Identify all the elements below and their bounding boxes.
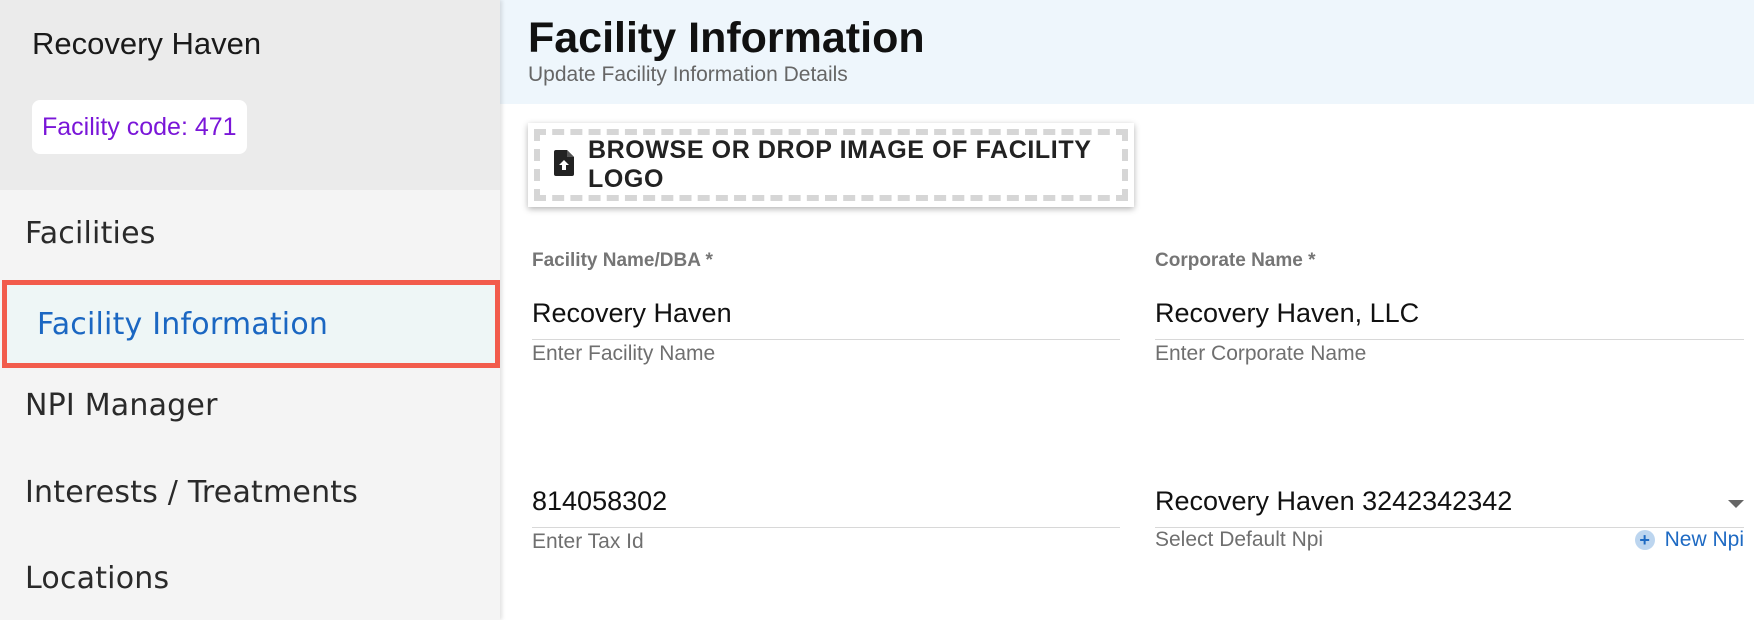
new-npi-label: New Npi — [1664, 528, 1744, 551]
facility-name-input[interactable]: Recovery Haven — [532, 298, 1120, 340]
sidebar-header: Recovery Haven Facility code: 471 — [0, 0, 500, 190]
corporate-name-field: Corporate Name * Recovery Haven, LLC Ent… — [1155, 250, 1744, 370]
sidebar: Recovery Haven Facility code: 471 Facili… — [0, 0, 500, 620]
dropdown-arrow-icon[interactable] — [1728, 500, 1744, 508]
default-npi-help: Select Default Npi — [1155, 528, 1324, 551]
facility-code-badge: Facility code: 471 — [32, 100, 247, 154]
facility-name-field: Facility Name/DBA * Recovery Haven Enter… — [532, 250, 1120, 370]
tax-id-field: 814058302 Enter Tax Id — [532, 486, 1120, 556]
new-npi-button[interactable]: + New Npi — [1634, 528, 1744, 552]
corporate-name-input[interactable]: Recovery Haven, LLC — [1155, 298, 1744, 340]
logo-upload-dropzone[interactable]: BROWSE OR DROP IMAGE OF FACILITY LOGO — [528, 123, 1134, 207]
page-header: Facility Information Update Facility Inf… — [500, 0, 1754, 104]
file-upload-icon — [554, 149, 574, 181]
facility-name-label: Facility Name/DBA * — [532, 250, 713, 271]
tax-id-help: Enter Tax Id — [532, 530, 644, 553]
sidebar-item-interests-treatments[interactable]: Interests / Treatments — [0, 449, 500, 535]
default-npi-field: Recovery Haven 3242342342 Select Default… — [1155, 486, 1744, 596]
page-subtitle: Update Facility Information Details — [528, 63, 848, 86]
facility-name-help: Enter Facility Name — [532, 342, 716, 365]
main-content: Facility Information Update Facility Inf… — [500, 0, 1754, 620]
sidebar-item-npi-manager[interactable]: NPI Manager — [0, 362, 500, 448]
sidebar-item-locations[interactable]: Locations — [0, 535, 500, 620]
tax-id-input[interactable]: 814058302 — [532, 486, 1120, 528]
upload-label: BROWSE OR DROP IMAGE OF FACILITY LOGO — [588, 136, 1092, 193]
sidebar-item-facility-information[interactable]: Facility Information — [2, 280, 500, 368]
corporate-name-help: Enter Corporate Name — [1155, 342, 1367, 365]
plus-circle-icon: + — [1634, 530, 1655, 550]
default-npi-select[interactable]: Recovery Haven 3242342342 — [1155, 486, 1744, 528]
corporate-name-label: Corporate Name * — [1155, 250, 1316, 271]
facility-name: Recovery Haven — [32, 26, 262, 61]
page-title: Facility Information — [528, 14, 925, 62]
sidebar-item-facilities[interactable]: Facilities — [0, 190, 500, 276]
